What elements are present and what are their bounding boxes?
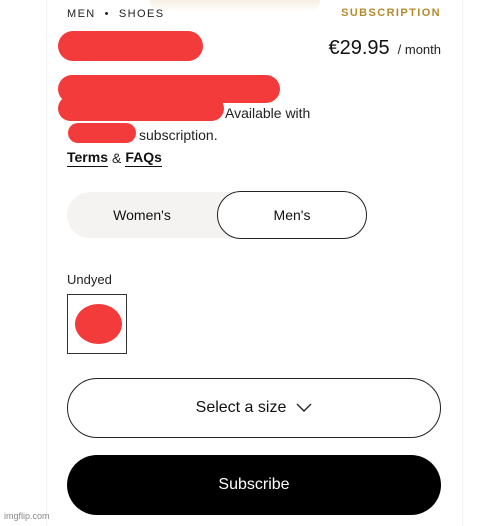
terms-and-text: & — [111, 150, 122, 166]
availability-text-2: subscription. — [139, 127, 218, 143]
terms-link[interactable]: Terms — [67, 149, 108, 167]
redaction-mark — [68, 123, 136, 143]
gender-option-women[interactable]: Women's — [67, 192, 217, 238]
color-swatch[interactable] — [67, 294, 127, 354]
availability-text: Available with — [225, 105, 311, 121]
chevron-down-icon — [296, 403, 312, 413]
redaction-mark — [58, 31, 203, 61]
gender-option-men[interactable]: Men's — [217, 191, 367, 239]
color-label: Undyed — [67, 272, 112, 287]
price: €29.95 — [328, 37, 390, 59]
breadcrumb-item-men[interactable]: MEN — [67, 8, 96, 20]
swatch-redaction-mark — [75, 304, 122, 344]
breadcrumb-item-shoes[interactable]: SHOES — [119, 8, 165, 20]
select-size-label: Select a size — [195, 399, 287, 416]
terms-faq-links: Terms & FAQs — [67, 149, 162, 167]
watermark: imgflip.com — [4, 511, 50, 521]
subscribe-button[interactable]: Subscribe — [67, 455, 441, 515]
faqs-link[interactable]: FAQs — [125, 149, 162, 167]
gender-toggle: Women's Men's — [67, 191, 367, 239]
breadcrumb-separator: • — [104, 8, 110, 20]
price-row: €29.95 / month — [328, 37, 441, 60]
select-size-button[interactable]: Select a size — [67, 378, 441, 438]
header-glow — [150, 0, 320, 12]
price-period: / month — [397, 42, 441, 57]
redaction-mark — [58, 96, 224, 121]
breadcrumb: MEN • SHOES — [67, 8, 164, 20]
subscription-link[interactable]: SUBSCRIPTION — [341, 7, 441, 19]
